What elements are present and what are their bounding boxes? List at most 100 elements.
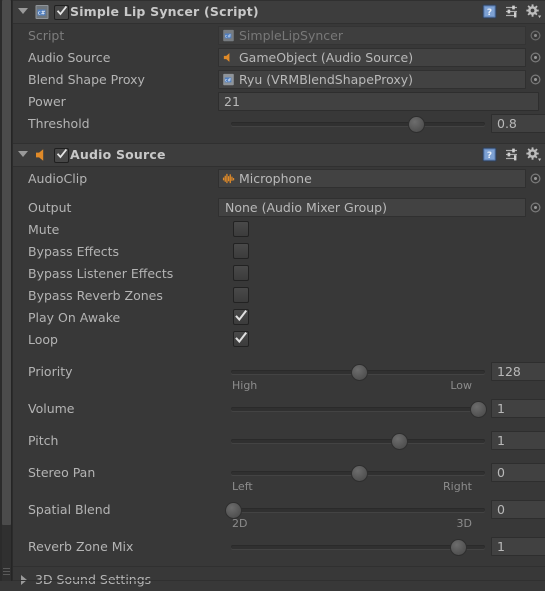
loop-checkbox[interactable]	[233, 331, 249, 347]
component-enabled-checkbox[interactable]	[54, 5, 69, 20]
range-min-label: High	[232, 379, 258, 392]
stereo-pan-slider-handle[interactable]	[351, 465, 368, 482]
resize-grip-icon	[3, 568, 10, 575]
component-header-simple-lip-syncer[interactable]: c# Simple Lip Syncer (Script) ?	[13, 0, 545, 24]
field-label: Threshold	[28, 116, 90, 131]
object-field-value: None (Audio Mixer Group)	[225, 200, 387, 215]
svg-text:?: ?	[487, 8, 492, 18]
range-max-label: Right	[443, 480, 472, 493]
inspector-content: c# Simple Lip Syncer (Script) ? Script c…	[13, 0, 545, 587]
range-max-label: 3D	[456, 517, 472, 530]
reverb-zone-mix-input[interactable]: 1	[491, 537, 545, 556]
row-pitch: Pitch 1	[13, 429, 545, 451]
preset-icon[interactable]	[503, 146, 520, 163]
bypass-listener-effects-checkbox[interactable]	[233, 265, 249, 281]
spatial-blend-slider-track[interactable]	[231, 508, 485, 512]
stereo-pan-value: 0	[497, 465, 505, 480]
field-label: Mute	[28, 222, 60, 237]
scrollbar-thumb[interactable]	[2, 0, 11, 525]
object-field-value: Microphone	[239, 171, 312, 186]
foldout-3d-sound-settings[interactable]: 3D Sound Settings	[13, 567, 545, 591]
waveform-icon	[222, 172, 235, 185]
priority-range-labels: High Low	[13, 379, 545, 397]
pitch-value: 1	[497, 433, 505, 448]
spatial-blend-range-labels: 2D 3D	[13, 517, 545, 535]
pitch-slider-handle[interactable]	[391, 433, 408, 450]
row-audio-source: Audio Source GameObject (Audio Source)	[13, 46, 545, 68]
bypass-effects-checkbox[interactable]	[233, 243, 249, 259]
row-volume: Volume 1	[13, 397, 545, 419]
volume-slider-track[interactable]	[231, 407, 485, 411]
threshold-input[interactable]: 0.8	[491, 114, 545, 133]
field-label: Play On Awake	[28, 310, 121, 325]
threshold-slider-handle[interactable]	[408, 116, 425, 133]
component-header-audio-source[interactable]: Audio Source ?	[13, 143, 545, 167]
audioclip-object-field[interactable]: Microphone	[218, 169, 526, 188]
stereo-pan-input[interactable]: 0	[491, 463, 545, 482]
play-on-awake-checkbox[interactable]	[233, 309, 249, 325]
reverb-zone-mix-slider-track[interactable]	[231, 545, 485, 549]
field-label: Volume	[28, 401, 75, 416]
field-label: Loop	[28, 332, 58, 347]
field-label: Audio Source	[28, 50, 111, 65]
blend-shape-proxy-object-field[interactable]: c# Ryu (VRMBlendShapeProxy)	[218, 70, 526, 89]
power-value: 21	[224, 94, 240, 109]
range-min-label: 2D	[232, 517, 248, 530]
object-field-value: SimpleLipSyncer	[239, 28, 344, 43]
output-object-field[interactable]: None (Audio Mixer Group)	[218, 198, 526, 217]
field-label: Bypass Reverb Zones	[28, 288, 163, 303]
object-picker-icon[interactable]	[530, 202, 541, 213]
field-label: Power	[28, 94, 66, 109]
pitch-slider-track[interactable]	[231, 439, 485, 443]
field-label: Stereo Pan	[28, 465, 96, 480]
pitch-input[interactable]: 1	[491, 431, 545, 450]
field-label: Bypass Listener Effects	[28, 266, 174, 281]
spatial-blend-value: 0	[497, 502, 505, 517]
object-picker-icon[interactable]	[530, 30, 541, 41]
vertical-scrollbar[interactable]	[0, 0, 13, 581]
row-bypass-listener-effects: Bypass Listener Effects	[13, 262, 545, 284]
threshold-slider-track[interactable]	[231, 122, 485, 126]
bypass-reverb-zones-checkbox[interactable]	[233, 287, 249, 303]
foldout-arrow-icon[interactable]	[18, 8, 28, 14]
priority-input[interactable]: 128	[491, 362, 545, 381]
reverb-zone-mix-slider-handle[interactable]	[450, 539, 467, 556]
preset-icon[interactable]	[503, 3, 520, 20]
object-picker-icon[interactable]	[530, 52, 541, 63]
stereo-pan-range-labels: Left Right	[13, 480, 545, 498]
script-icon: c#	[34, 4, 50, 20]
help-icon[interactable]: ?	[481, 146, 498, 163]
power-input[interactable]: 21	[218, 92, 539, 111]
mute-checkbox[interactable]	[233, 221, 249, 237]
speaker-icon	[222, 51, 235, 64]
component-header-buttons: ?	[481, 3, 542, 20]
component-enabled-checkbox[interactable]	[54, 148, 69, 163]
gear-icon[interactable]	[525, 146, 542, 163]
spatial-blend-input[interactable]: 0	[491, 500, 545, 519]
field-label: Bypass Effects	[28, 244, 120, 259]
row-reverb-zone-mix: Reverb Zone Mix 1	[13, 535, 545, 557]
component-title: Simple Lip Syncer (Script)	[70, 4, 259, 19]
field-label: Spatial Blend	[28, 502, 111, 517]
audio-source-object-field[interactable]: GameObject (Audio Source)	[218, 48, 526, 67]
inspector-panel: c# Simple Lip Syncer (Script) ? Script c…	[0, 0, 545, 587]
script-object-field[interactable]: c# SimpleLipSyncer	[218, 26, 526, 45]
help-icon[interactable]: ?	[481, 3, 498, 20]
priority-value: 128	[497, 364, 521, 379]
component-title: Audio Source	[70, 147, 166, 162]
volume-input[interactable]: 1	[491, 399, 545, 418]
object-field-value: GameObject (Audio Source)	[239, 50, 414, 65]
reverb-zone-mix-value: 1	[497, 539, 505, 554]
volume-slider-handle[interactable]	[470, 401, 487, 418]
object-picker-icon[interactable]	[530, 74, 541, 85]
row-bypass-effects: Bypass Effects	[13, 240, 545, 262]
field-label: AudioClip	[28, 171, 88, 186]
row-bypass-reverb-zones: Bypass Reverb Zones	[13, 284, 545, 306]
svg-text:?: ?	[487, 151, 492, 161]
priority-slider-handle[interactable]	[351, 364, 368, 381]
gear-icon[interactable]	[525, 3, 542, 20]
row-mute: Mute	[13, 218, 545, 240]
object-picker-icon[interactable]	[530, 173, 541, 184]
row-spacer	[13, 350, 545, 360]
foldout-arrow-icon[interactable]	[18, 151, 28, 157]
